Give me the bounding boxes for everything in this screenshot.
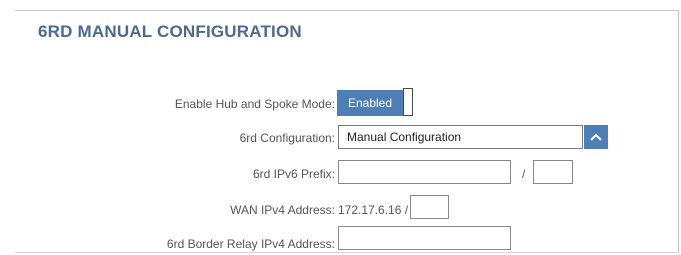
toggle-knob[interactable]: [403, 88, 413, 116]
prefix-input[interactable]: [338, 160, 511, 184]
relay-input[interactable]: [338, 226, 511, 250]
prefix-length-input[interactable]: [533, 160, 573, 184]
prefix-label: 6rd IPv6 Prefix:: [252, 167, 335, 181]
wan-address: 172.17.6.16 /: [338, 203, 409, 217]
prefix-separator: /: [522, 167, 526, 181]
chevron-up-icon: [590, 133, 602, 141]
config-select-button[interactable]: [584, 125, 608, 149]
config-label: 6rd Configuration:: [239, 131, 335, 145]
config-select[interactable]: Manual Configuration: [338, 125, 583, 149]
hub-spoke-toggle-state: Enabled: [337, 90, 403, 116]
relay-label: 6rd Border Relay IPv4 Address:: [166, 237, 335, 251]
wan-mask-input[interactable]: [410, 195, 449, 219]
section-title: 6RD MANUAL CONFIGURATION: [38, 22, 302, 41]
hub-spoke-label: Enable Hub and Spoke Mode:: [174, 97, 335, 111]
wan-label: WAN IPv4 Address:: [230, 203, 335, 217]
